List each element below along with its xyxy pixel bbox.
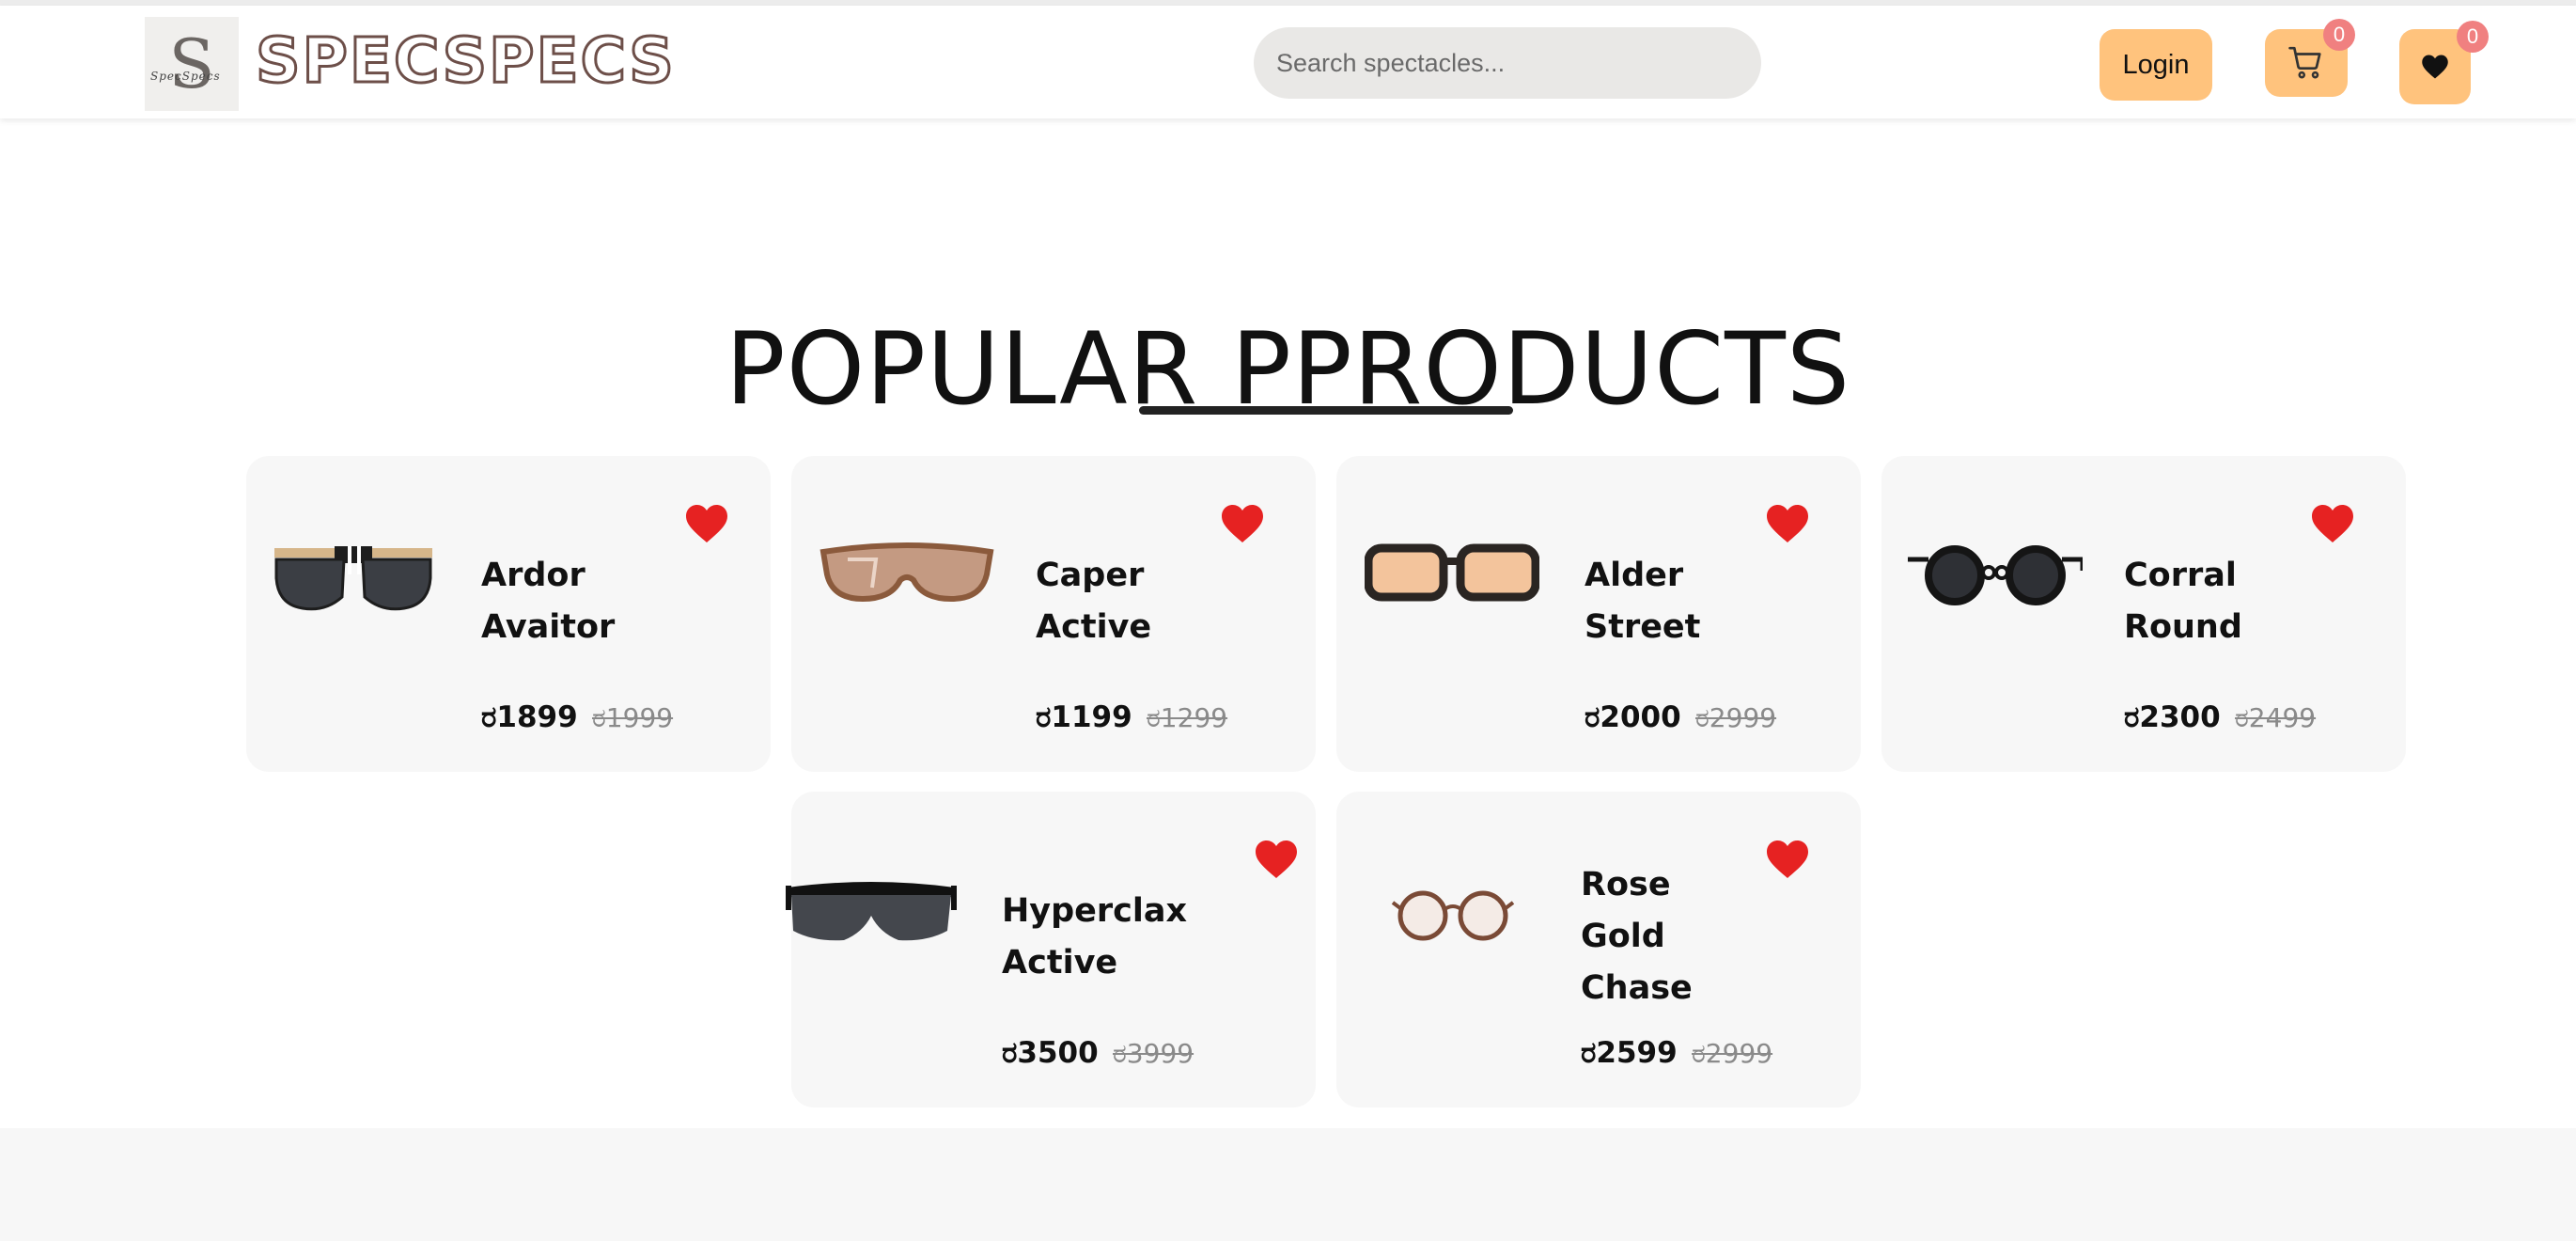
brand-wordmark[interactable]: SPECSPECS [255, 26, 676, 95]
add-to-wishlist-heart-icon[interactable] [684, 503, 729, 544]
product-original-price: ರ2999 [1695, 702, 1777, 733]
product-original-price: ರ3999 [1113, 1038, 1194, 1069]
product-original-price: ರ1999 [592, 702, 674, 733]
product-image[interactable] [1908, 542, 2085, 613]
logo-script-text: SpecSpecs [150, 70, 221, 83]
product-card[interactable]: Rose Gold Chase ರ2599 ರ2999 [1336, 792, 1861, 1107]
product-name[interactable]: Caper Active [1036, 550, 1151, 653]
title-underline [1139, 406, 1513, 415]
product-image[interactable] [269, 541, 438, 620]
footer-band [0, 1128, 2576, 1241]
logo-letter: S [168, 24, 215, 103]
cart-count-badge: 0 [2323, 19, 2355, 51]
product-card[interactable]: Ardor Avaitor ರ1899 ರ1999 [246, 456, 771, 772]
product-price: ರ1199 [1036, 700, 1132, 734]
site-header: S SpecSpecs SPECSPECS Login 0 0 [0, 6, 2576, 118]
product-image[interactable] [820, 539, 994, 611]
product-card[interactable]: Hyperclax Active ರ3500 ರ3999 [786, 792, 1316, 1107]
product-name[interactable]: Ardor Avaitor [481, 550, 615, 653]
add-to-wishlist-heart-icon[interactable] [1254, 839, 1299, 880]
product-name[interactable]: Hyperclax Active [1002, 886, 1187, 989]
search-input[interactable] [1254, 27, 1761, 99]
product-image[interactable] [1364, 542, 1540, 607]
product-original-price: ರ1299 [1147, 702, 1228, 733]
add-to-wishlist-heart-icon[interactable] [2310, 503, 2355, 544]
product-price: ರ2000 [1585, 700, 1681, 734]
product-card[interactable]: Alder Street ರ2000 ರ2999 [1336, 456, 1861, 772]
product-name[interactable]: Corral Round [2124, 550, 2242, 653]
login-button[interactable]: Login [2100, 29, 2212, 101]
add-to-wishlist-heart-icon[interactable] [1220, 503, 1265, 544]
product-price: ರ1899 [481, 700, 578, 734]
add-to-wishlist-heart-icon[interactable] [1765, 503, 1810, 544]
product-card[interactable]: Corral Round ರ2300 ರ2499 [1881, 456, 2406, 772]
product-price: ರ2300 [2124, 700, 2221, 734]
product-price: ರ2599 [1581, 1036, 1678, 1070]
product-original-price: ರ2499 [2235, 702, 2317, 733]
product-name[interactable]: Rose Gold Chase [1581, 859, 1693, 1014]
product-original-price: ರ2999 [1692, 1038, 1773, 1069]
product-image[interactable] [1391, 886, 1515, 947]
logo[interactable]: S SpecSpecs [145, 17, 239, 111]
heart-icon [2422, 55, 2448, 79]
cart-icon [2288, 46, 2321, 79]
product-name[interactable]: Alder Street [1585, 550, 1700, 653]
add-to-wishlist-heart-icon[interactable] [1765, 839, 1810, 880]
product-image[interactable] [786, 876, 957, 960]
product-card[interactable]: Caper Active ರ1199 ರ1299 [791, 456, 1316, 772]
product-price: ರ3500 [1002, 1036, 1099, 1070]
wishlist-count-badge: 0 [2457, 21, 2489, 53]
